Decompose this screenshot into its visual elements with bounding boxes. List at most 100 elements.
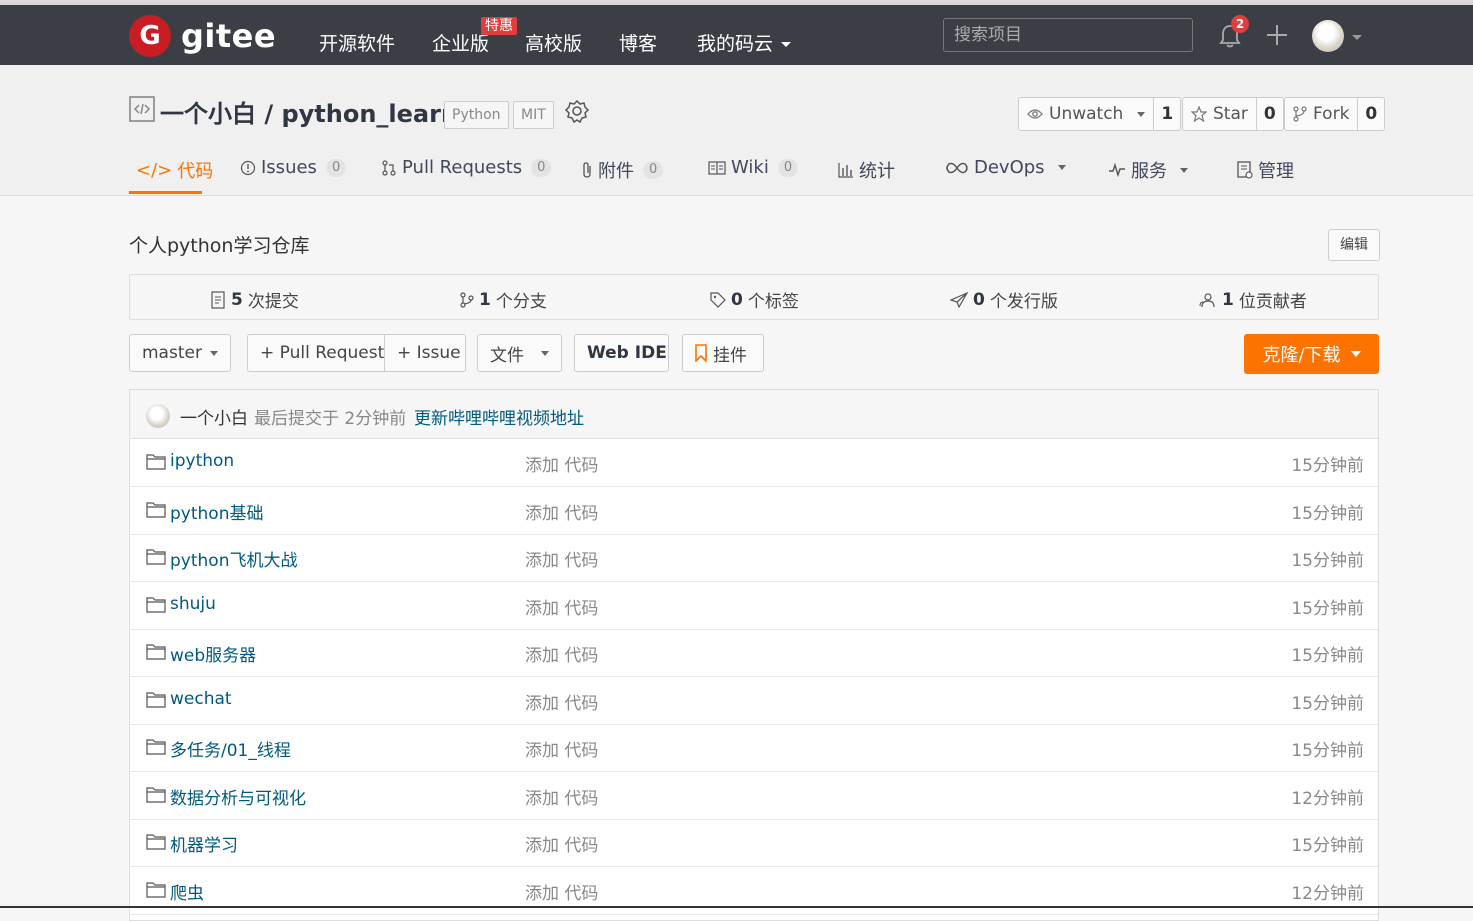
stat-releases[interactable]: 0 个发行版 xyxy=(950,287,1058,312)
commit-author-avatar[interactable] xyxy=(146,404,170,428)
award-badge-icon[interactable] xyxy=(564,99,590,127)
new-issue-button[interactable]: + Issue xyxy=(384,334,466,372)
stat-branches[interactable]: 1 个分支 xyxy=(460,287,547,312)
tab-statistics[interactable]: 统计 xyxy=(838,157,895,183)
tab-manage[interactable]: 管理 xyxy=(1237,157,1294,183)
tab-devops[interactable]: DevOps xyxy=(945,157,1066,178)
file-name[interactable]: python飞机大战 xyxy=(170,546,297,571)
file-name[interactable]: web服务器 xyxy=(170,641,256,666)
branch-select-label: master xyxy=(142,343,202,363)
file-row[interactable]: 机器学习 添加 代码 15分钟前 xyxy=(130,819,1378,867)
file-updated-time: 15分钟前 xyxy=(1291,836,1364,856)
nav-my-gitee[interactable]: 我的码云 xyxy=(697,29,792,56)
star-button[interactable]: Star xyxy=(1183,98,1257,130)
tags-count: 0 xyxy=(731,289,743,310)
eye-icon xyxy=(1027,109,1043,119)
language-tag[interactable]: Python xyxy=(444,101,509,129)
widget-button[interactable]: 挂件 xyxy=(682,334,764,372)
watch-button[interactable]: Unwatch xyxy=(1019,98,1155,130)
settings-doc-icon xyxy=(1237,161,1253,179)
commits-label: 次提交 xyxy=(247,292,299,312)
releases-count: 0 xyxy=(973,289,985,310)
nav-blog[interactable]: 博客 xyxy=(619,29,657,56)
file-menu-button[interactable]: 文件 xyxy=(477,334,562,372)
notification-count: 2 xyxy=(1231,15,1249,33)
plus-icon[interactable] xyxy=(1264,22,1290,48)
chevron-down-icon[interactable] xyxy=(1352,35,1362,40)
clone-download-button[interactable]: 克隆/下载 xyxy=(1244,334,1379,374)
star-label: Star xyxy=(1213,104,1248,124)
file-commit-message[interactable]: 添加 代码 xyxy=(525,499,598,524)
file-commit-message[interactable]: 添加 代码 xyxy=(525,451,598,476)
file-commit-message[interactable]: 添加 代码 xyxy=(525,594,598,619)
folder-icon xyxy=(146,549,166,565)
file-commit-message[interactable]: 添加 代码 xyxy=(525,689,598,714)
file-name[interactable]: python基础 xyxy=(170,499,263,524)
star-count[interactable]: 0 xyxy=(1257,98,1283,130)
file-row[interactable]: python飞机大战 添加 代码 15分钟前 xyxy=(130,534,1378,582)
license-tag[interactable]: MIT xyxy=(513,101,554,129)
file-row[interactable]: python基础 添加 代码 15分钟前 xyxy=(130,487,1378,535)
commit-message[interactable]: 更新哔哩哔哩视频地址 xyxy=(414,404,584,429)
web-ide-button[interactable]: Web IDE xyxy=(574,334,669,372)
pulse-icon xyxy=(1109,163,1125,177)
file-row[interactable]: 数据分析与可视化 添加 代码 12分钟前 xyxy=(130,772,1378,820)
folder-icon xyxy=(146,692,166,708)
search-input[interactable] xyxy=(943,18,1193,52)
gitee-logo[interactable]: G gitee xyxy=(129,15,276,57)
file-commit-message[interactable]: 添加 代码 xyxy=(525,831,598,856)
commit-author[interactable]: 一个小白 xyxy=(180,404,248,429)
star-button-group: Star 0 xyxy=(1182,97,1284,131)
nav-open-source[interactable]: 开源软件 xyxy=(319,29,395,56)
file-list: 一个小白 最后提交于 2分钟前 更新哔哩哔哩视频地址 ipython 添加 代码… xyxy=(129,389,1379,921)
attachments-count: 0 xyxy=(643,161,664,179)
code-icon: </> xyxy=(136,159,173,181)
file-name[interactable]: 机器学习 xyxy=(170,831,238,856)
stat-contributors[interactable]: 1 位贡献者 xyxy=(1199,287,1307,312)
file-name[interactable]: ipython xyxy=(170,451,234,471)
fork-button[interactable]: Fork xyxy=(1285,98,1359,130)
file-row[interactable]: web服务器 添加 代码 15分钟前 xyxy=(130,629,1378,677)
tab-issues-label: Issues xyxy=(261,157,317,178)
file-commit-message[interactable]: 添加 代码 xyxy=(525,736,598,761)
stat-commits[interactable]: 5 次提交 xyxy=(210,287,299,312)
pull-request-icon xyxy=(382,159,396,176)
file-row[interactable]: shuju 添加 代码 15分钟前 xyxy=(130,582,1378,630)
fork-count[interactable]: 0 xyxy=(1358,98,1384,130)
file-row[interactable]: 多任务/01_线程 添加 代码 15分钟前 xyxy=(130,724,1378,772)
watch-label: Unwatch xyxy=(1049,104,1124,124)
branch-select[interactable]: master xyxy=(129,334,231,372)
file-name[interactable]: 爬虫 xyxy=(170,879,204,904)
tab-attachments[interactable]: 附件 0 xyxy=(581,157,664,183)
chevron-down-icon xyxy=(1180,167,1188,173)
tab-pull-requests[interactable]: Pull Requests 0 xyxy=(381,157,552,178)
file-commit-message[interactable]: 添加 代码 xyxy=(525,879,598,904)
user-avatar[interactable] xyxy=(1312,20,1344,52)
tab-services[interactable]: 服务 xyxy=(1108,157,1188,183)
file-commit-message[interactable]: 添加 代码 xyxy=(525,546,598,571)
file-row[interactable]: ipython 添加 代码 15分钟前 xyxy=(130,439,1378,487)
file-updated-time: 15分钟前 xyxy=(1291,646,1364,666)
nav-university[interactable]: 高校版 xyxy=(525,29,582,56)
logo-icon: G xyxy=(129,15,171,57)
commit-time: 最后提交于 2分钟前 xyxy=(254,409,407,429)
new-pull-request-button[interactable]: + Pull Request xyxy=(247,334,385,372)
tab-issues[interactable]: Issues 0 xyxy=(240,157,347,178)
tab-wiki[interactable]: Wiki 0 xyxy=(708,157,799,178)
tab-code[interactable]: </> 代码 xyxy=(136,157,213,183)
file-commit-message[interactable]: 添加 代码 xyxy=(525,641,598,666)
file-commit-message[interactable]: 添加 代码 xyxy=(525,784,598,809)
file-name[interactable]: wechat xyxy=(170,689,232,709)
folder-icon xyxy=(146,502,166,518)
file-name[interactable]: shuju xyxy=(170,594,216,614)
repo-title[interactable]: 一个小白 / python_learn xyxy=(160,94,458,129)
file-updated-time: 15分钟前 xyxy=(1291,456,1364,476)
watch-count[interactable]: 1 xyxy=(1154,98,1180,130)
edit-button[interactable]: 编辑 xyxy=(1328,229,1380,261)
stat-tags[interactable]: 0 个标签 xyxy=(710,287,799,312)
last-commit-row: 一个小白 最后提交于 2分钟前 更新哔哩哔哩视频地址 xyxy=(130,390,1378,439)
file-row[interactable]: wechat 添加 代码 15分钟前 xyxy=(130,677,1378,725)
file-name[interactable]: 数据分析与可视化 xyxy=(170,784,306,809)
file-name[interactable]: 多任务/01_线程 xyxy=(170,736,291,761)
folder-icon xyxy=(146,644,166,660)
